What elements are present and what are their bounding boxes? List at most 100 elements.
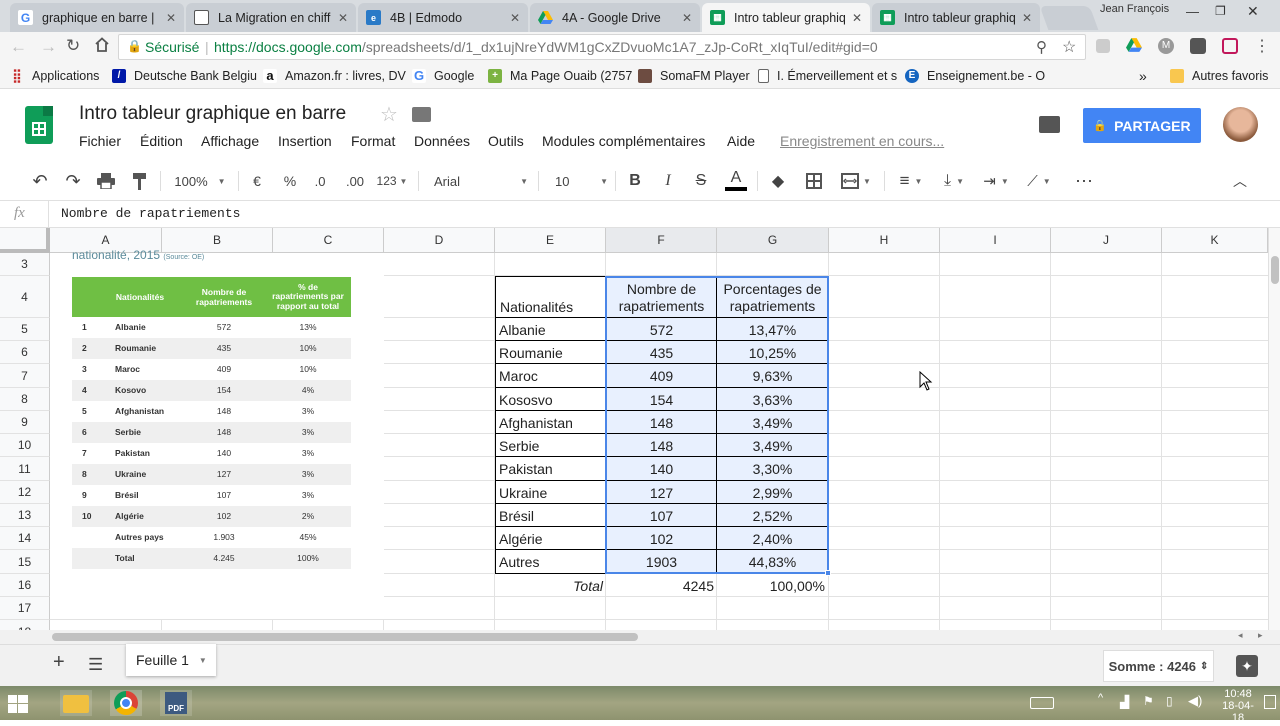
total-percent-cell[interactable]: 100,00% <box>717 574 828 597</box>
forward-icon[interactable]: → <box>40 37 57 57</box>
windows-start-icon[interactable] <box>8 695 28 716</box>
strikethrough-button[interactable]: S <box>690 161 712 201</box>
volume-icon[interactable]: ◀) <box>1188 693 1202 709</box>
bookmark-item[interactable]: a Amazon.fr : livres, DV <box>263 62 406 89</box>
minimize-icon[interactable]: — <box>1186 4 1199 19</box>
more-icon[interactable]: ⋯ <box>1072 161 1096 201</box>
count-cell[interactable]: 102 <box>606 527 717 550</box>
url-field[interactable]: 🔒 Sécurisé | https://docs.google.com/spr… <box>118 34 1086 60</box>
nationality-cell[interactable]: Ukraine <box>495 481 606 504</box>
sum-indicator[interactable]: Somme : 4246 ⇕ <box>1103 650 1214 682</box>
flag-icon[interactable]: ⚑ <box>1143 694 1154 708</box>
select-all-corner[interactable] <box>0 228 50 253</box>
chrome-menu-icon[interactable]: ⋮ <box>1254 36 1270 56</box>
menu-format[interactable]: Format <box>351 133 395 149</box>
close-icon[interactable]: ✕ <box>682 11 692 25</box>
save-status[interactable]: Enregistrement en cours... <box>780 133 944 149</box>
bookmark-item[interactable]: I. Émerveillement et s <box>758 62 897 89</box>
sheets-logo-icon[interactable] <box>25 106 53 144</box>
zoom-select[interactable]: 100% ▼ <box>170 161 230 201</box>
home-icon[interactable] <box>94 37 110 55</box>
tray-expand-icon[interactable]: ^ <box>1098 692 1103 704</box>
bookmark-item[interactable]: G Google <box>412 62 474 89</box>
zoom-icon[interactable]: ⚲ <box>1036 38 1047 56</box>
percent-cell[interactable]: 2,40% <box>717 527 828 550</box>
folder-icon[interactable] <box>412 107 431 122</box>
menu-fichier[interactable]: Fichier <box>79 133 121 149</box>
increase-decimals-button[interactable]: .00 <box>341 161 369 201</box>
menu-donnees[interactable]: Données <box>414 133 470 149</box>
extension-icon[interactable] <box>1096 39 1110 53</box>
network-icon[interactable]: ▟ <box>1120 695 1129 709</box>
font-select[interactable]: Arial ▼ <box>428 161 528 201</box>
count-cell[interactable]: 140 <box>606 457 717 481</box>
maximize-icon[interactable]: ❐ <box>1215 4 1226 18</box>
menu-affichage[interactable]: Affichage <box>201 133 259 149</box>
bookmark-item[interactable]: SomaFM Player <box>638 62 750 89</box>
star-icon[interactable]: ☆ <box>380 102 398 127</box>
back-icon[interactable]: ← <box>10 37 27 57</box>
percent-cell[interactable]: 3,49% <box>717 434 828 457</box>
row-header[interactable]: 12 <box>0 481 50 504</box>
add-sheet-icon[interactable]: + <box>53 651 65 674</box>
row-header[interactable]: 10 <box>0 434 50 457</box>
keep-extension-icon[interactable] <box>1190 38 1206 54</box>
row-header[interactable]: 8 <box>0 388 50 411</box>
align-horizontal-icon[interactable]: ≡ ▼ <box>892 161 930 201</box>
percent-cell[interactable]: 10,25% <box>717 341 828 364</box>
count-cell[interactable]: 107 <box>606 504 717 527</box>
comments-icon[interactable] <box>1039 116 1060 133</box>
count-cell[interactable]: 148 <box>606 411 717 434</box>
column-header-k[interactable]: K <box>1162 228 1268 253</box>
column-header-e[interactable]: E <box>495 228 606 253</box>
font-size-select[interactable]: 10 ▼ <box>548 161 608 201</box>
scrollbar-thumb[interactable] <box>1271 256 1279 284</box>
bookmarks-overflow[interactable]: » <box>1139 62 1147 89</box>
row-header[interactable]: 4 <box>0 276 50 318</box>
battery-icon[interactable]: ▯ <box>1166 694 1173 708</box>
scroll-right-icon[interactable]: ▸ <box>1258 630 1263 641</box>
merge-cells-icon[interactable]: ▼ <box>836 161 876 201</box>
collapse-toolbar-icon[interactable]: ︿ <box>1228 161 1252 201</box>
count-cell[interactable]: 154 <box>606 388 717 411</box>
horizontal-scrollbar[interactable]: ◂ ▸ <box>0 630 1280 644</box>
chrome-icon[interactable] <box>110 690 142 716</box>
row-header[interactable]: 14 <box>0 527 50 550</box>
bookmark-item[interactable]: / Deutsche Bank Belgiu <box>112 62 257 89</box>
row-header[interactable]: 7 <box>0 364 50 388</box>
close-icon[interactable]: ✕ <box>166 11 176 25</box>
currency-button[interactable]: € <box>247 161 267 201</box>
align-vertical-icon[interactable]: ⤓ ▼ <box>936 161 972 201</box>
keyboard-icon[interactable] <box>1030 697 1054 709</box>
percent-cell[interactable]: 9,63% <box>717 364 828 388</box>
nationality-cell[interactable]: Roumanie <box>495 341 606 364</box>
close-icon[interactable]: ✕ <box>852 11 862 25</box>
explore-icon[interactable]: ✦ <box>1236 655 1258 677</box>
embedded-image[interactable]: nationalité, 2015 (Source: OE) Nationali… <box>50 248 384 619</box>
nationality-cell[interactable]: Algérie <box>495 527 606 550</box>
more-formats-select[interactable]: 123 ▼ <box>374 161 410 201</box>
header-cell-nombre[interactable]: Nombre de rapatriements <box>606 277 717 318</box>
print-icon[interactable] <box>94 161 118 201</box>
browser-tab[interactable]: 4A - Google Drive ✕ <box>530 3 700 32</box>
scroll-left-icon[interactable]: ◂ <box>1238 630 1243 641</box>
nationality-cell[interactable]: Autres <box>495 550 606 574</box>
bookmark-item[interactable]: E Enseignement.be - O <box>905 62 1045 89</box>
row-header[interactable]: 13 <box>0 504 50 527</box>
undo-icon[interactable]: ↶ <box>28 161 52 201</box>
percent-cell[interactable]: 3,30% <box>717 457 828 481</box>
row-header[interactable]: 15 <box>0 550 50 574</box>
header-cell-nationalites[interactable]: Nationalités <box>496 297 573 317</box>
count-cell[interactable]: 435 <box>606 341 717 364</box>
row-header[interactable]: 3 <box>0 253 50 276</box>
browser-tab-active[interactable]: ▦ Intro tableur graphiq ✕ <box>702 3 870 32</box>
browser-tab[interactable]: G graphique en barre | ✕ <box>10 3 184 32</box>
menu-insertion[interactable]: Insertion <box>278 133 332 149</box>
borders-icon[interactable] <box>802 161 826 201</box>
fill-color-icon[interactable]: ◆ <box>766 161 790 201</box>
nationality-cell[interactable]: Albanie <box>495 318 606 341</box>
text-color-button[interactable]: A <box>723 161 749 201</box>
row-header[interactable]: 6 <box>0 341 50 364</box>
column-header-i[interactable]: I <box>940 228 1051 253</box>
row-header[interactable]: 9 <box>0 411 50 434</box>
